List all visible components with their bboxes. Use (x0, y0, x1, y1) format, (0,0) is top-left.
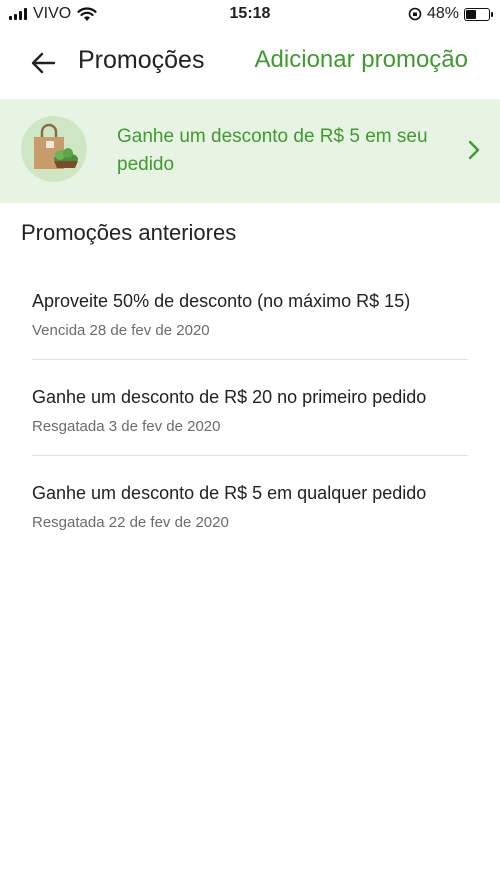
promotion-title: Aproveite 50% de desconto (no máximo R$ … (32, 291, 411, 311)
chevron-right-icon (468, 140, 480, 160)
list-item: Ganhe um desconto de R$ 20 no primeiro p… (32, 387, 468, 435)
divider (32, 359, 468, 360)
arrow-left-icon[interactable] (26, 46, 60, 80)
banner-text: Ganhe um desconto de R$ 5 em seu pedido (117, 126, 428, 175)
status-bar: VIVO 15:18 48% (0, 0, 500, 30)
promotion-status: Resgatada 3 de fev de 2020 (32, 418, 221, 435)
battery-percent: 48% (426, 5, 459, 22)
orientation-lock-icon (408, 7, 422, 21)
page-title: Promoções (78, 46, 205, 74)
list-item: Ganhe um desconto de R$ 5 em qualquer pe… (32, 483, 468, 531)
active-promotion-banner[interactable]: Ganhe um desconto de R$ 5 em seu pedido (0, 99, 500, 203)
list-item: Aproveite 50% de desconto (no máximo R$ … (32, 291, 468, 339)
promotion-title: Ganhe um desconto de R$ 20 no primeiro p… (32, 387, 427, 407)
promotion-status: Vencida 28 de fev de 2020 (32, 322, 210, 339)
app-header: Promoções Adicionar promoção (0, 38, 500, 86)
divider (32, 455, 468, 456)
promotion-title: Ganhe um desconto de R$ 5 em qualquer pe… (32, 483, 427, 503)
battery-icon (464, 7, 493, 21)
promotion-status: Resgatada 22 de fev de 2020 (32, 514, 229, 531)
grocery-bag-icon (21, 116, 87, 182)
status-right: 48% (408, 5, 493, 23)
previous-promotions-heading: Promoções anteriores (21, 220, 237, 245)
add-promotion-button[interactable]: Adicionar promoção (255, 46, 468, 74)
